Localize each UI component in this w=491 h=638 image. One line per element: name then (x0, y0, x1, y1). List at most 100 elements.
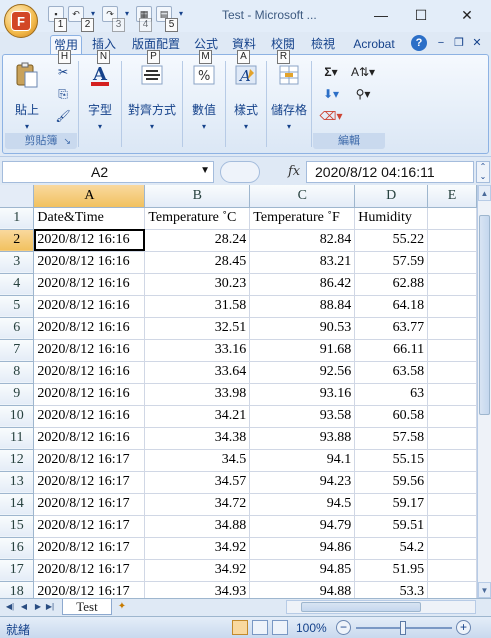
cell-c16[interactable]: 94.86 (249, 537, 356, 560)
scroll-down-icon[interactable]: ▼ (478, 582, 491, 598)
cell-d8[interactable]: 63.58 (354, 361, 429, 384)
formula-expand-icon[interactable]: ⌃ ⌄ (476, 161, 490, 183)
next-sheet-icon[interactable]: ▶ (32, 600, 44, 614)
cell-a2[interactable]: 2020/8/12 16:16 (33, 229, 146, 252)
row-header[interactable]: 2 (0, 229, 35, 252)
cell-d5[interactable]: 64.18 (354, 295, 429, 318)
horizontal-scroll-thumb[interactable] (301, 602, 421, 612)
cell-b6[interactable]: 32.51 (144, 317, 251, 340)
cell-b16[interactable]: 34.92 (144, 537, 251, 560)
cell-e3[interactable] (427, 251, 477, 274)
help-icon[interactable]: ? (411, 35, 427, 51)
cell-e15[interactable] (427, 515, 477, 538)
column-header-e[interactable]: E (427, 185, 477, 208)
maximize-button[interactable]: ☐ (406, 4, 436, 26)
first-sheet-icon[interactable]: ◀| (4, 600, 16, 614)
find-select-button[interactable]: ⚲▾ (349, 85, 377, 103)
row-header[interactable]: 6 (0, 317, 35, 340)
cell-c14[interactable]: 94.5 (249, 493, 356, 516)
normal-view-icon[interactable] (232, 620, 248, 635)
cell-c6[interactable]: 90.53 (249, 317, 356, 340)
copy-icon[interactable]: ⎘ (53, 85, 73, 103)
zoom-out-button[interactable]: − (336, 620, 351, 635)
cell-d12[interactable]: 55.15 (354, 449, 429, 472)
insert-function-icon[interactable]: fx (288, 164, 300, 179)
cell-d1[interactable]: Humidity (354, 207, 429, 230)
cell-e5[interactable] (427, 295, 477, 318)
cell-a4[interactable]: 2020/8/12 16:16 (33, 273, 146, 296)
formula-bar-expand-handle[interactable] (220, 161, 260, 183)
name-box[interactable]: A2 ▼ (2, 161, 214, 183)
cell-d9[interactable]: 63 (354, 383, 429, 406)
name-box-dropdown-icon[interactable]: ▼ (200, 165, 210, 176)
cell-d2[interactable]: 55.22 (354, 229, 429, 252)
cell-c10[interactable]: 93.58 (249, 405, 356, 428)
row-header[interactable]: 4 (0, 273, 35, 296)
row-header[interactable]: 1 (0, 207, 35, 230)
cell-b15[interactable]: 34.88 (144, 515, 251, 538)
cell-e9[interactable] (427, 383, 477, 406)
cell-c15[interactable]: 94.79 (249, 515, 356, 538)
cell-a6[interactable]: 2020/8/12 16:16 (33, 317, 146, 340)
row-header[interactable]: 13 (0, 471, 35, 494)
horizontal-scrollbar[interactable] (286, 600, 476, 614)
cell-e2[interactable] (427, 229, 477, 252)
row-header[interactable]: 3 (0, 251, 35, 274)
cell-b18[interactable]: 34.93 (144, 581, 251, 598)
cell-a3[interactable]: 2020/8/12 16:16 (33, 251, 146, 274)
cell-c9[interactable]: 93.16 (249, 383, 356, 406)
cell-b5[interactable]: 31.58 (144, 295, 251, 318)
zoom-in-button[interactable]: + (456, 620, 471, 635)
format-painter-icon[interactable]: 🖌 (53, 107, 73, 125)
cell-b7[interactable]: 33.16 (144, 339, 251, 362)
number-button[interactable]: % 數值 ▾ (186, 61, 222, 131)
row-header[interactable]: 14 (0, 493, 35, 516)
cell-e13[interactable] (427, 471, 477, 494)
cell-b2[interactable]: 28.24 (144, 229, 251, 252)
cell-a8[interactable]: 2020/8/12 16:16 (33, 361, 146, 384)
page-layout-view-icon[interactable] (252, 620, 268, 635)
cell-b12[interactable]: 34.5 (144, 449, 251, 472)
column-header-d[interactable]: D (354, 185, 429, 208)
styles-button[interactable]: A 樣式 ▾ (229, 61, 263, 131)
prev-sheet-icon[interactable]: ◀ (18, 600, 30, 614)
cell-c3[interactable]: 83.21 (249, 251, 356, 274)
cell-e18[interactable] (427, 581, 477, 598)
row-header[interactable]: 12 (0, 449, 35, 472)
cell-a17[interactable]: 2020/8/12 16:17 (33, 559, 146, 582)
insert-sheet-icon[interactable]: ✦ (114, 600, 130, 614)
cell-a1[interactable]: Date&Time (33, 207, 146, 230)
cell-a10[interactable]: 2020/8/12 16:16 (33, 405, 146, 428)
row-header[interactable]: 15 (0, 515, 35, 538)
formula-input[interactable]: 2020/8/12 04:16:11 (306, 161, 474, 183)
cell-e8[interactable] (427, 361, 477, 384)
cell-b8[interactable]: 33.64 (144, 361, 251, 384)
row-header[interactable]: 11 (0, 427, 35, 450)
cell-d15[interactable]: 59.51 (354, 515, 429, 538)
cell-e11[interactable] (427, 427, 477, 450)
tab-view[interactable]: 檢視 (307, 35, 339, 54)
clipboard-launcher-icon[interactable]: ↘ (63, 133, 71, 149)
cell-a18[interactable]: 2020/8/12 16:17 (33, 581, 146, 598)
column-header-b[interactable]: B (144, 185, 251, 208)
last-sheet-icon[interactable]: ▶| (44, 600, 56, 614)
autosum-button[interactable]: Σ▾ (317, 63, 345, 81)
column-header-a[interactable]: A (33, 185, 146, 208)
cell-b3[interactable]: 28.45 (144, 251, 251, 274)
cell-c8[interactable]: 92.56 (249, 361, 356, 384)
cell-b10[interactable]: 34.21 (144, 405, 251, 428)
zoom-slider-thumb[interactable] (400, 621, 406, 635)
cell-c2[interactable]: 82.84 (249, 229, 356, 252)
cell-d13[interactable]: 59.56 (354, 471, 429, 494)
cell-a13[interactable]: 2020/8/12 16:17 (33, 471, 146, 494)
cell-a15[interactable]: 2020/8/12 16:17 (33, 515, 146, 538)
fill-button[interactable]: ⬇▾ (317, 85, 345, 103)
styles-dropdown-icon[interactable]: ▾ (229, 122, 263, 131)
cell-c5[interactable]: 88.84 (249, 295, 356, 318)
vertical-scroll-thumb[interactable] (479, 215, 490, 415)
cell-a11[interactable]: 2020/8/12 16:16 (33, 427, 146, 450)
vertical-scrollbar[interactable]: ▲ ▼ (477, 185, 491, 598)
alignment-dropdown-icon[interactable]: ▾ (125, 122, 179, 131)
select-all-corner[interactable] (0, 185, 35, 208)
cell-e17[interactable] (427, 559, 477, 582)
